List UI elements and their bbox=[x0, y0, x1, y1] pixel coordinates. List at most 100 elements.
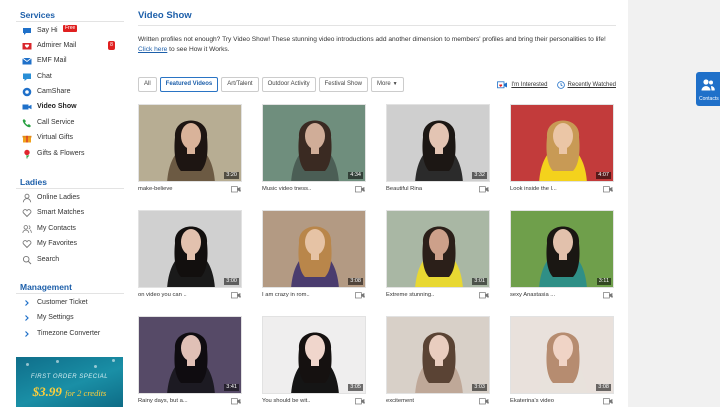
add-to-interested-icon[interactable] bbox=[231, 292, 241, 299]
sparkle-dot bbox=[112, 359, 115, 362]
sidebar-item-call-service[interactable]: Call Service bbox=[22, 116, 74, 129]
chevron-right-icon bbox=[22, 298, 32, 308]
video-caption[interactable]: Ekaterina's video bbox=[510, 398, 600, 404]
video-thumbnail[interactable]: 3:32 bbox=[386, 104, 490, 182]
recently-watched-link[interactable]: Recently Watched bbox=[568, 82, 616, 88]
video-thumbnail[interactable]: 3:05 bbox=[262, 316, 366, 394]
sidebar-item-my-contacts[interactable]: My Contacts bbox=[22, 222, 76, 235]
add-to-interested-icon[interactable] bbox=[355, 398, 365, 405]
filter-outdoor-activity[interactable]: Outdoor Activity bbox=[261, 77, 316, 92]
sidebar-item-label: EMF Mail bbox=[37, 57, 67, 64]
filter-featured-videos[interactable]: Featured Videos bbox=[159, 77, 219, 92]
video-card[interactable]: 3:08 Ekaterina's video bbox=[510, 316, 614, 405]
profile-photo bbox=[139, 211, 241, 287]
profile-photo bbox=[511, 105, 613, 181]
video-duration: 4:34 bbox=[348, 172, 363, 179]
video-thumbnail[interactable]: 4:34 bbox=[262, 104, 366, 182]
video-card[interactable]: 4:34 Music video tness.. bbox=[262, 104, 366, 193]
video-caption[interactable]: make-believe bbox=[138, 186, 228, 192]
video-card[interactable]: 3:05 You should be wit.. bbox=[262, 316, 366, 405]
intro-body: Written profiles not enough? Try Video S… bbox=[138, 36, 606, 43]
chat-icon bbox=[22, 72, 32, 82]
add-to-interested-icon[interactable] bbox=[355, 186, 365, 193]
video-caption[interactable]: on video you can .. bbox=[138, 292, 228, 298]
sidebar-item-my-settings[interactable]: My Settings bbox=[22, 311, 74, 324]
add-to-interested-icon[interactable] bbox=[231, 398, 241, 405]
video-thumbnail[interactable]: 3:11 bbox=[510, 210, 614, 288]
video-duration: 3:08 bbox=[348, 278, 363, 285]
filter-more-label: More bbox=[377, 81, 391, 87]
video-card[interactable]: 3:08 I am crazy in rom.. bbox=[262, 210, 366, 299]
video-card[interactable]: 3:01 Extreme stunning.. bbox=[386, 210, 490, 299]
promo-banner[interactable]: FIRST ORDER SPECIAL $3.99 for 2 credits bbox=[16, 357, 123, 407]
add-to-interested-icon[interactable] bbox=[603, 398, 613, 405]
flower-icon bbox=[22, 149, 32, 159]
mail-icon bbox=[22, 56, 32, 66]
video-caption[interactable]: Rainy days, but a... bbox=[138, 398, 228, 404]
filter-all[interactable]: All bbox=[138, 77, 157, 92]
video-card[interactable]: 3:11 sexy Anastasia ... bbox=[510, 210, 614, 299]
video-thumbnail[interactable]: 3:20 bbox=[138, 104, 242, 182]
video-thumbnail[interactable]: 3:01 bbox=[386, 210, 490, 288]
sidebar-item-virtual-gifts[interactable]: Virtual Gifts bbox=[22, 131, 73, 144]
sidebar-item-camshare[interactable]: CamShare bbox=[22, 85, 70, 98]
sidebar-item-label: Search bbox=[37, 256, 60, 263]
video-card[interactable]: 3:03 excitement bbox=[386, 316, 490, 405]
sidebar-item-video-show[interactable]: Video Show bbox=[22, 100, 77, 113]
video-thumbnail[interactable]: 3:03 bbox=[386, 316, 490, 394]
sidebar-item-customer-ticket[interactable]: Customer Ticket bbox=[22, 296, 88, 309]
sidebar-item-admirer-mail[interactable]: Admirer Mail bbox=[22, 39, 76, 52]
promo-tail: for 2 credits bbox=[65, 388, 107, 398]
filter-more[interactable]: More ▼ bbox=[371, 77, 404, 92]
gift-icon bbox=[22, 133, 32, 143]
video-duration: 3:05 bbox=[348, 384, 363, 391]
add-to-interested-icon[interactable] bbox=[479, 292, 489, 299]
video-thumbnail[interactable]: 4:07 bbox=[510, 104, 614, 182]
sidebar-item-chat[interactable]: Chat bbox=[22, 70, 52, 83]
add-to-interested-icon[interactable] bbox=[231, 186, 241, 193]
sidebar-item-gifts-flowers[interactable]: Gifts & Flowers bbox=[22, 147, 84, 160]
video-thumbnail[interactable]: 3:00 bbox=[138, 210, 242, 288]
video-caption[interactable]: Look inside the l... bbox=[510, 186, 600, 192]
video-caption[interactable]: Beautiful Rina bbox=[386, 186, 476, 192]
add-to-interested-icon[interactable] bbox=[479, 186, 489, 193]
add-to-interested-icon[interactable] bbox=[355, 292, 365, 299]
video-card[interactable]: 3:20 make-believe bbox=[138, 104, 242, 193]
video-caption[interactable]: Music video tness.. bbox=[262, 186, 352, 192]
video-caption[interactable]: I am crazy in rom.. bbox=[262, 292, 352, 298]
sidebar-item-my-favorites[interactable]: My Favorites bbox=[22, 237, 77, 250]
video-caption[interactable]: sexy Anastasia ... bbox=[510, 292, 600, 298]
sidebar-item-say-hi[interactable]: Say Hi bbox=[22, 24, 58, 37]
add-to-interested-icon[interactable] bbox=[603, 186, 613, 193]
video-thumbnail[interactable]: 3:41 bbox=[138, 316, 242, 394]
video-card[interactable]: 3:32 Beautiful Rina bbox=[386, 104, 490, 193]
video-card[interactable]: 3:00 on video you can .. bbox=[138, 210, 242, 299]
video-thumbnail[interactable]: 3:08 bbox=[262, 210, 366, 288]
video-caption[interactable]: excitement bbox=[386, 398, 476, 404]
im-interested-link[interactable]: I'm Interested bbox=[511, 82, 547, 88]
sidebar-item-emf-mail[interactable]: EMF Mail bbox=[22, 54, 67, 67]
contacts-icon bbox=[22, 224, 32, 234]
free-badge: Free bbox=[63, 25, 78, 32]
video-card[interactable]: 4:07 Look inside the l... bbox=[510, 104, 614, 193]
video-card[interactable]: 3:41 Rainy days, but a... bbox=[138, 316, 242, 405]
sidebar-item-label: My Favorites bbox=[37, 240, 78, 247]
clock-icon bbox=[556, 81, 565, 89]
click-here-link[interactable]: Click here bbox=[138, 46, 167, 53]
sidebar-item-smart-matches[interactable]: Smart Matches bbox=[22, 206, 84, 219]
filter-art-talent[interactable]: Art/Talent bbox=[221, 77, 259, 92]
sidebar-item-label: CamShare bbox=[37, 88, 71, 95]
add-to-interested-icon[interactable] bbox=[479, 398, 489, 405]
add-to-interested-icon[interactable] bbox=[603, 292, 613, 299]
sidebar-item-search[interactable]: Search bbox=[22, 253, 59, 266]
video-caption[interactable]: You should be wit.. bbox=[262, 398, 352, 404]
video-caption[interactable]: Extreme stunning.. bbox=[386, 292, 476, 298]
profile-photo bbox=[263, 105, 365, 181]
sidebar-item-online-ladies[interactable]: Online Ladies bbox=[22, 191, 80, 204]
video-thumbnail[interactable]: 3:08 bbox=[510, 316, 614, 394]
sidebar-item-timezone-converter[interactable]: Timezone Converter bbox=[22, 327, 100, 340]
video-duration: 3:11 bbox=[596, 278, 611, 285]
promo-price-line: $3.99 for 2 credits bbox=[16, 384, 123, 400]
filter-festival-show[interactable]: Festival Show bbox=[318, 77, 368, 92]
contacts-tab[interactable]: Contacts bbox=[696, 72, 720, 106]
